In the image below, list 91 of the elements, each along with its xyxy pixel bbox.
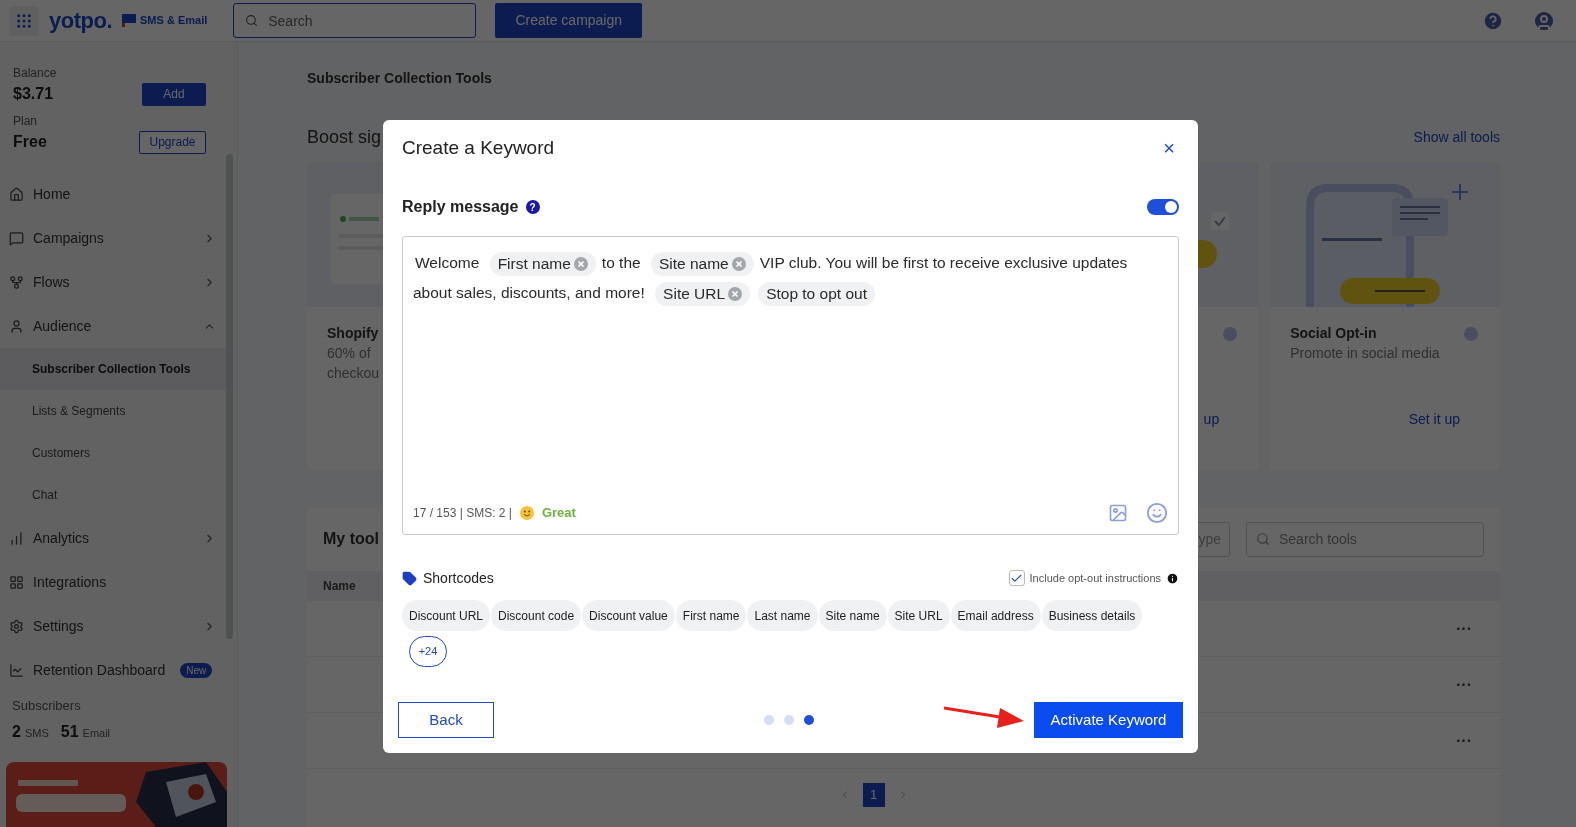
grid-icon <box>9 574 24 590</box>
bar-chart-icon <box>9 530 24 546</box>
variable-tag[interactable]: Stop to opt out <box>758 281 875 306</box>
nav-subitem[interactable]: Subscriber Collection Tools <box>0 348 226 390</box>
nav-subitem[interactable]: Chat <box>0 474 226 516</box>
message-text: Welcome First name to the Site name VIP club. You will be first to receive exclusive updates about sales, discounts, and more! Site URL Stop to opt out <box>413 248 1168 308</box>
nav-subitem[interactable]: Customers <box>0 432 226 474</box>
more-menu[interactable]: ··· <box>1456 672 1472 697</box>
show-all-tools-link[interactable]: Show all tools <box>1413 126 1500 148</box>
shortcode-chip[interactable]: Discount URL <box>402 600 491 631</box>
nav-item[interactable]: Audience <box>0 304 226 348</box>
plan-value: Free <box>13 132 47 152</box>
card-title: Shopify <box>327 324 379 343</box>
remove-icon[interactable] <box>728 286 743 301</box>
panel-title: My tool <box>323 529 379 549</box>
info-icon <box>1166 571 1179 585</box>
grid-icon <box>15 11 33 30</box>
card-title: Social Opt-in <box>1290 324 1377 343</box>
more-shortcodes-button[interactable]: +24 <box>409 636 447 667</box>
shortcode-chip[interactable]: Site URL <box>887 600 950 631</box>
search-field[interactable]: Search <box>233 3 477 38</box>
branch-icon <box>9 274 24 290</box>
sms-count: 2 <box>12 721 21 742</box>
set-it-up-link[interactable]: Set it up <box>1408 409 1460 430</box>
more-menu[interactable]: ··· <box>1456 728 1472 753</box>
add-button[interactable]: Add <box>142 82 206 106</box>
variable-tag[interactable]: Site URL <box>655 281 751 306</box>
opt-out-label: Include opt-out instructions <box>1029 570 1161 586</box>
email-label: Email <box>82 725 111 741</box>
more-menu[interactable]: ··· <box>1456 616 1472 641</box>
nav-item[interactable]: Integrations <box>0 560 226 604</box>
person-icon <box>9 318 24 334</box>
home-icon <box>9 186 24 202</box>
close-button[interactable]: × <box>1159 138 1179 158</box>
smiley-icon <box>519 506 534 520</box>
image-icon[interactable] <box>1108 503 1128 523</box>
plan-label: Plan <box>13 113 39 130</box>
quality-rating: Great <box>541 504 576 523</box>
remove-icon[interactable] <box>573 256 588 271</box>
search-icon <box>1256 532 1270 546</box>
back-button[interactable]: Back <box>398 702 494 738</box>
shortcode-chip[interactable]: Site name <box>818 600 887 631</box>
nav-item[interactable]: Analytics <box>0 516 226 560</box>
page-heading: Subscriber Collection Tools <box>307 69 493 88</box>
nav-subitem[interactable]: Lists & Segments <box>0 390 226 432</box>
variable-tag[interactable]: Site name <box>650 251 754 276</box>
variable-tag[interactable]: First name <box>489 251 596 276</box>
shortcode-chip[interactable]: Discount value <box>582 600 675 631</box>
activate-keyword-button[interactable]: Activate Keyword <box>1034 702 1183 738</box>
brand-logo: yotpo. <box>49 7 112 35</box>
settings-icon <box>9 618 24 634</box>
shortcode-chip[interactable]: Last name <box>747 600 818 631</box>
nav-item[interactable]: Campaigns <box>0 216 226 260</box>
app-launcher[interactable] <box>9 5 39 36</box>
search-icon <box>245 14 259 27</box>
help-icon[interactable] <box>1482 9 1504 32</box>
section-title: Boost sig <box>307 125 382 149</box>
nav-item[interactable]: Flows <box>0 260 226 304</box>
chat-flag-icon <box>122 14 136 27</box>
reply-toggle[interactable] <box>1147 199 1179 215</box>
shortcode-chip[interactable]: First name <box>675 600 747 631</box>
nav-item[interactable]: Home <box>0 172 226 216</box>
nav-item[interactable]: Retention Dashboard New <box>0 648 226 692</box>
sms-label: SMS <box>24 725 49 741</box>
tag-icon <box>402 570 417 586</box>
subscribers-label: Subscribers <box>12 697 82 715</box>
balance-label: Balance <box>13 65 58 82</box>
character-counter: 17 / 153 | SMS: 2 | <box>413 505 512 522</box>
shortcodes-label: Shortcodes <box>423 568 494 588</box>
new-badge: New <box>180 662 213 678</box>
remove-icon[interactable] <box>731 256 746 271</box>
shortcode-chip[interactable]: Discount code <box>491 600 582 631</box>
line-chart-icon <box>9 662 24 678</box>
shortcode-chip[interactable]: Business details <box>1041 600 1143 631</box>
create-campaign-button[interactable]: Create campaign <box>495 3 643 38</box>
email-count: 51 <box>60 721 79 742</box>
chat-icon <box>9 230 24 246</box>
dialog-title: Create a Keyword <box>402 135 555 160</box>
shortcode-chip[interactable]: Email address <box>950 600 1041 631</box>
message-editor[interactable]: Welcome First name to the Site name VIP club. You will be first to receive exclusive updates about sales, discounts, and more! Site URL Stop to opt out 17 / 153 | SMS: 2 | Great <box>402 236 1179 535</box>
emoji-icon[interactable] <box>1146 502 1168 524</box>
opt-out-checkbox[interactable] <box>1008 570 1025 586</box>
product-label: SMS & Email <box>140 13 208 29</box>
nav-item[interactable]: Settings <box>0 604 226 648</box>
reply-message-label: Reply message <box>402 197 519 217</box>
column-header: Name <box>323 578 356 595</box>
upgrade-button[interactable]: Upgrade <box>139 130 206 154</box>
balance-value: $3.71 <box>13 84 54 104</box>
help-icon[interactable]: ? <box>525 200 540 214</box>
set-it-up-link[interactable]: up <box>1203 409 1220 430</box>
page-number[interactable]: 1 <box>862 783 885 807</box>
